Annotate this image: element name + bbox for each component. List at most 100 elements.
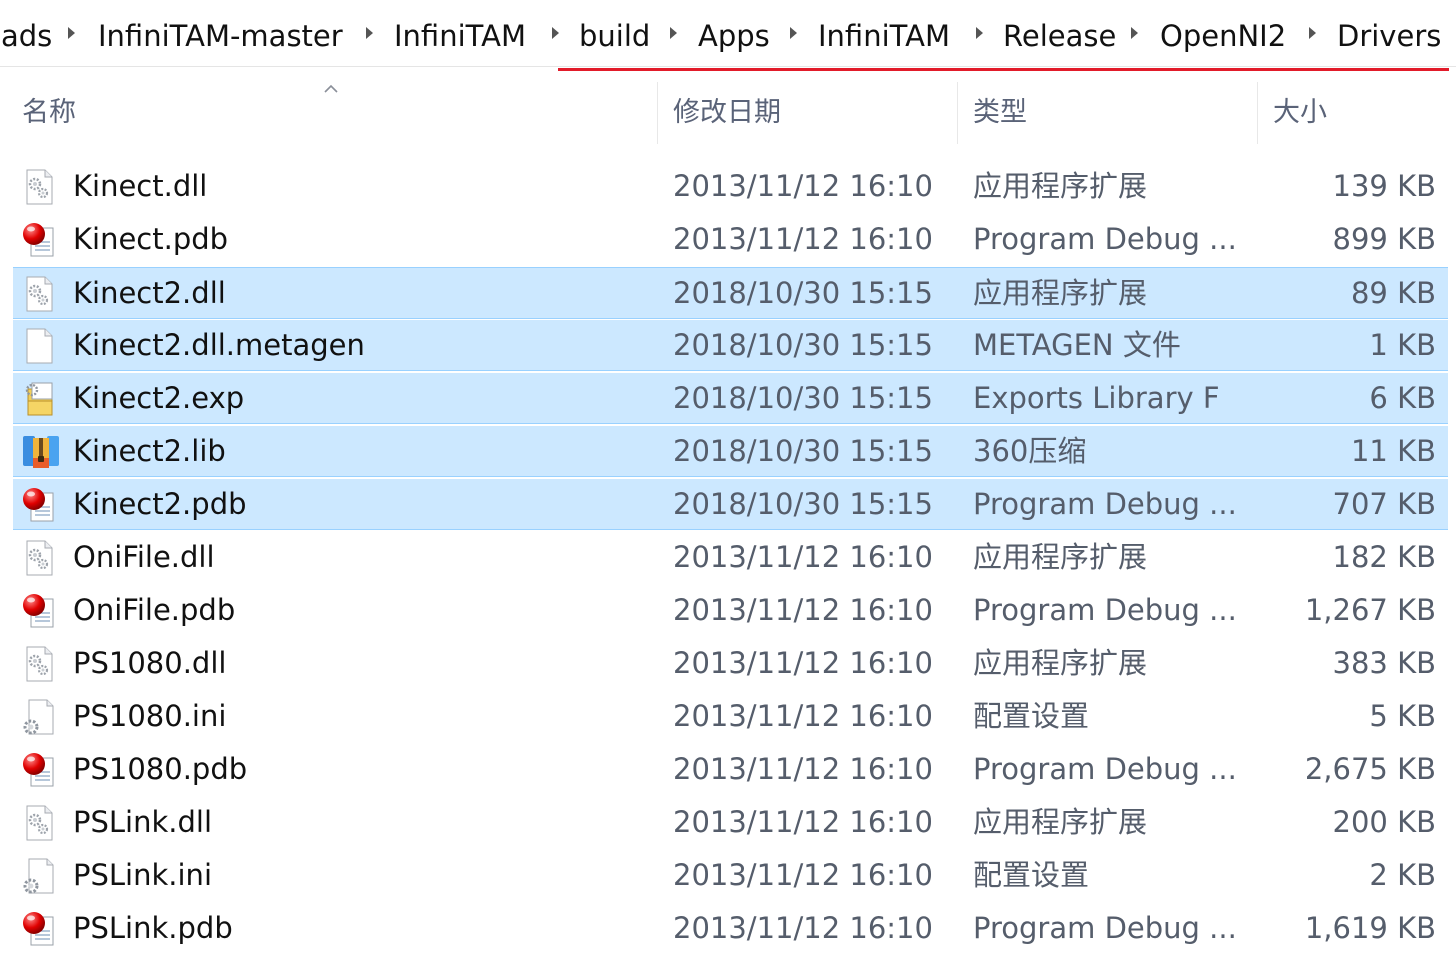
file-row[interactable]: OniFile.dll 2013/11/12 16:10 应用程序扩展 182 KB [13,532,1448,583]
chevron-right-icon[interactable] [1131,27,1138,39]
file-name: PSLink.pdb [73,911,233,945]
ini-icon [21,697,57,737]
sort-ascending-icon [324,84,338,93]
pdb-icon [21,591,57,631]
file-size: 5 KB [1369,699,1436,733]
file-modified-date: 2013/11/12 16:10 [673,646,933,680]
file-size: 182 KB [1332,540,1436,574]
dll-icon [21,274,57,314]
file-type: Program Debug ... [973,752,1237,786]
file-type: 配置设置 [973,858,1090,892]
file-modified-date: 2018/10/30 15:15 [673,328,933,362]
file-type: 应用程序扩展 [973,646,1148,680]
chevron-right-icon[interactable] [670,27,677,39]
column-divider[interactable] [1257,82,1258,144]
dll-icon [21,538,57,578]
breadcrumb-item[interactable]: OpenNI2 [1160,14,1286,58]
chevron-right-icon[interactable] [1309,27,1316,39]
column-date-header[interactable]: 修改日期 [673,82,781,144]
pdb-icon [21,909,57,949]
red-underline-annotation [558,68,1449,71]
file-type: 应用程序扩展 [973,169,1148,203]
file-modified-date: 2018/10/30 15:15 [673,276,933,310]
chevron-right-icon[interactable] [366,27,373,39]
file-type: Program Debug ... [973,911,1237,945]
dll-icon [21,167,57,207]
file-size: 11 KB [1350,434,1436,468]
file-size: 1,619 KB [1304,911,1436,945]
chevron-right-icon[interactable] [976,27,983,39]
file-name: Kinect2.pdb [73,487,247,521]
breadcrumb: ads InfiniTAM-master InfiniTAM build Apps Inf… [0,0,1456,67]
pdb-icon [21,750,57,790]
column-size-header[interactable]: 大小 [1273,82,1327,144]
file-row[interactable]: Kinect2.exp 2018/10/30 15:15 Exports Libra… [13,373,1448,424]
file-type: 应用程序扩展 [973,805,1148,839]
file-size: 383 KB [1332,646,1436,680]
file-modified-date: 2018/10/30 15:15 [673,487,933,521]
breadcrumb-item[interactable]: build [579,14,650,58]
column-divider[interactable] [657,82,658,144]
breadcrumb-item[interactable]: ads [1,14,52,58]
breadcrumb-item[interactable]: Apps [698,14,770,58]
file-name: PSLink.ini [73,858,212,892]
file-size: 6 KB [1369,381,1436,415]
file-row[interactable]: Kinect2.lib 2018/10/30 15:15 360压缩 11 KB [13,426,1448,477]
file-name: Kinect2.dll [73,276,226,310]
breadcrumb-item[interactable]: Drivers [1337,14,1441,58]
file-size: 2,675 KB [1304,752,1436,786]
file-size: 89 KB [1350,276,1436,310]
file-modified-date: 2013/11/12 16:10 [673,169,933,203]
column-divider[interactable] [957,82,958,144]
file-modified-date: 2013/11/12 16:10 [673,222,933,256]
breadcrumb-item[interactable]: InfiniTAM-master [98,14,343,58]
file-type: 配置设置 [973,699,1090,733]
file-row[interactable]: PS1080.dll 2013/11/12 16:10 应用程序扩展 383 KB [13,638,1448,689]
file-type: 360压缩 [973,434,1087,468]
column-type-header[interactable]: 类型 [973,82,1027,144]
file-row[interactable]: Kinect.dll 2013/11/12 16:10 应用程序扩展 139 KB [13,161,1448,212]
file-size: 139 KB [1332,169,1436,203]
file-modified-date: 2013/11/12 16:10 [673,752,933,786]
file-size: 1,267 KB [1304,593,1436,627]
breadcrumb-item[interactable]: InfiniTAM [818,14,950,58]
file-row[interactable]: OniFile.pdb 2013/11/12 16:10 Program Debug… [13,585,1448,636]
file-row[interactable]: PSLink.pdb 2013/11/12 16:10 Program Debug … [13,903,1448,954]
file-row[interactable]: Kinect2.dll.metagen 2018/10/30 15:15 METAG… [13,320,1448,371]
chevron-right-icon[interactable] [790,27,797,39]
file-size: 707 KB [1332,487,1436,521]
breadcrumb-item[interactable]: InfiniTAM [394,14,526,58]
file-modified-date: 2013/11/12 16:10 [673,699,933,733]
file-row[interactable]: Kinect2.dll 2018/10/30 15:15 应用程序扩展 89 KB [13,267,1448,319]
file-type: 应用程序扩展 [973,276,1148,310]
file-size: 1 KB [1369,328,1436,362]
file-size: 200 KB [1332,805,1436,839]
file-row[interactable]: PS1080.pdb 2013/11/12 16:10 Program Debug … [13,744,1448,795]
archive-icon [21,432,59,472]
file-type: 应用程序扩展 [973,540,1148,574]
file-name: PS1080.pdb [73,752,248,786]
file-type: Exports Library F [973,381,1220,415]
file-size: 2 KB [1369,858,1436,892]
file-modified-date: 2013/11/12 16:10 [673,540,933,574]
file-modified-date: 2013/11/12 16:10 [673,911,933,945]
exp-icon [21,379,57,419]
file-modified-date: 2018/10/30 15:15 [673,381,933,415]
file-modified-date: 2013/11/12 16:10 [673,805,933,839]
breadcrumb-item[interactable]: Release [1003,14,1116,58]
column-header: 名称 修改日期 类型 大小 [0,82,1456,144]
file-row[interactable]: Kinect2.pdb 2018/10/30 15:15 Program Debug… [13,479,1448,530]
file-type: METAGEN 文件 [973,328,1181,362]
chevron-right-icon[interactable] [552,27,559,39]
file-name: PS1080.ini [73,699,227,733]
file-row[interactable]: Kinect.pdb 2013/11/12 16:10 Program Debug … [13,214,1448,265]
pdb-icon [21,485,57,525]
column-name-header[interactable]: 名称 [22,82,76,144]
chevron-right-icon[interactable] [68,27,75,39]
file-row[interactable]: PS1080.ini 2013/11/12 16:10 配置设置 5 KB [13,691,1448,742]
file-row[interactable]: PSLink.ini 2013/11/12 16:10 配置设置 2 KB [13,850,1448,901]
file-type: Program Debug ... [973,487,1237,521]
file-name: Kinect2.dll.metagen [73,328,365,362]
file-row[interactable]: PSLink.dll 2013/11/12 16:10 应用程序扩展 200 KB [13,797,1448,848]
pdb-icon [21,220,57,260]
